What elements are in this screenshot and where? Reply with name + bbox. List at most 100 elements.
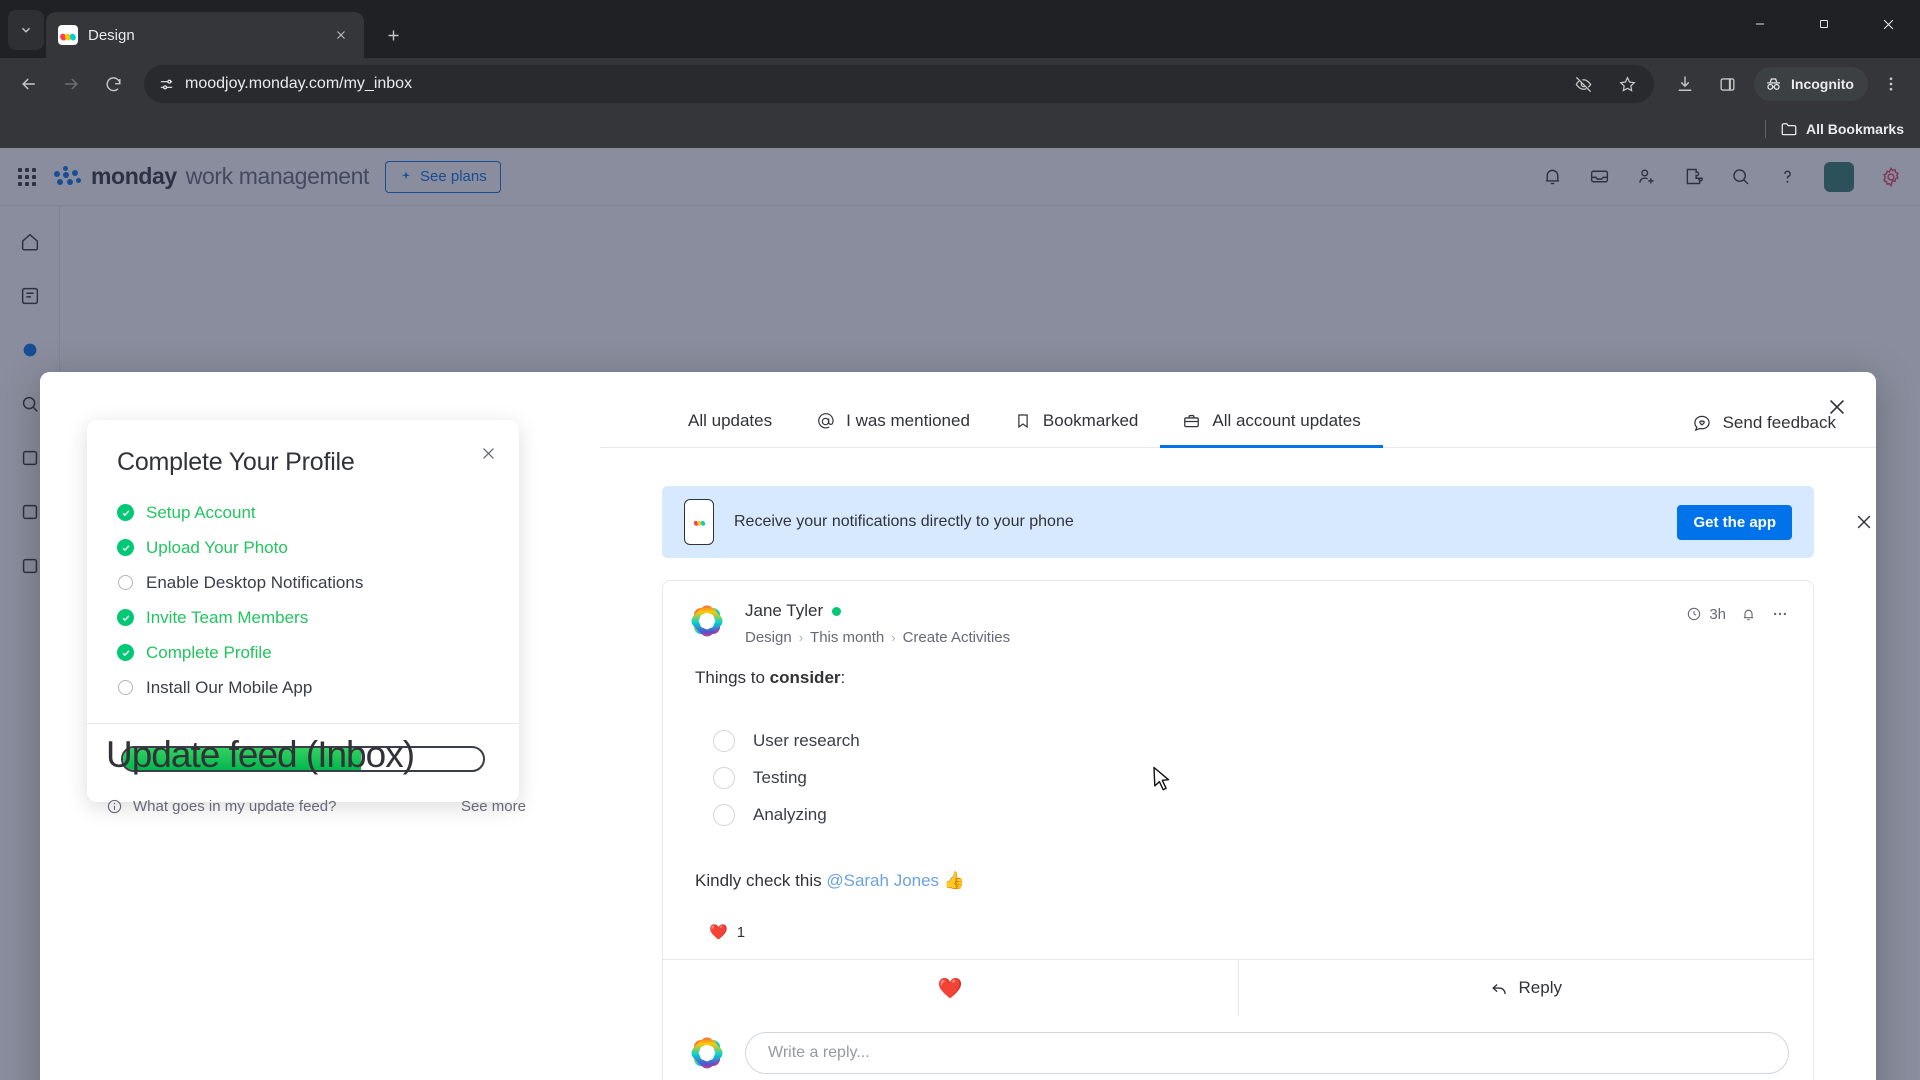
mobile-phone-icon [684, 499, 714, 545]
tab-i-was-mentioned[interactable]: I was mentioned [794, 411, 992, 448]
reply-input[interactable]: Write a reply... [745, 1032, 1789, 1074]
promo-banner-text: Receive your notifications directly to y… [734, 513, 1074, 530]
profile-step-complete-profile[interactable]: Complete Profile [117, 635, 489, 670]
feed-tabs: All updates I was mentioned Bookmarked A… [600, 372, 1876, 448]
reply-button[interactable]: Reply [1237, 960, 1814, 1016]
reply-composer: Write a reply... [663, 1016, 1813, 1080]
post-time-label: 3h [1709, 605, 1726, 623]
post-header: Jane Tyler Design › This month › Create … [663, 581, 1813, 646]
post-meta: 3h [1686, 601, 1789, 623]
reload-icon[interactable] [94, 65, 132, 103]
tab-close-icon[interactable] [330, 24, 352, 46]
empty-circle-icon[interactable] [713, 766, 735, 789]
checklist-item-user-research[interactable]: User research [713, 722, 1789, 759]
post-intro-suffix: : [840, 668, 846, 687]
profile-step-label: Setup Account [146, 502, 256, 522]
forward-arrow-icon[interactable] [52, 65, 90, 103]
breadcrumb: Design › This month › Create Activities [745, 629, 1010, 646]
reply-arrow-icon [1490, 979, 1509, 998]
checklist-item-analyzing[interactable]: Analyzing [713, 796, 1789, 833]
post-more-icon[interactable] [1771, 605, 1789, 623]
breadcrumb-separator: › [891, 630, 896, 645]
feed-subheader: What goes in my update feed? See more [106, 798, 526, 815]
send-feedback-label: Send feedback [1722, 413, 1836, 432]
send-feedback-button[interactable]: Send feedback [1692, 413, 1836, 447]
incognito-indicator[interactable]: Incognito [1754, 67, 1868, 101]
monday-app: monday work management See plans [0, 148, 1920, 1080]
all-bookmarks-button[interactable]: All Bookmarks [1780, 120, 1904, 138]
three-dot-menu-icon[interactable] [1872, 65, 1910, 103]
tab-all-updates[interactable]: All updates [666, 411, 794, 448]
tab-all-account-updates[interactable]: All account updates [1160, 411, 1383, 448]
modal-right-panel: All updates I was mentioned Bookmarked A… [600, 372, 1876, 1080]
star-icon[interactable] [1608, 65, 1646, 103]
breadcrumb-item-item[interactable]: Create Activities [903, 629, 1011, 646]
side-panel-icon[interactable] [1708, 65, 1746, 103]
empty-circle-icon [118, 680, 133, 695]
post-checklist: User research Testing Analyzing [713, 722, 1789, 833]
empty-circle-icon[interactable] [713, 803, 735, 826]
reaction-count: 1 [736, 923, 746, 941]
post-action-bar: ❤️ Reply [663, 959, 1813, 1016]
site-settings-icon[interactable] [158, 76, 175, 93]
profile-step-label: Invite Team Members [146, 607, 309, 627]
check-circle-icon [117, 504, 134, 521]
profile-step-enable-notifications[interactable]: Enable Desktop Notifications [117, 565, 489, 600]
mention-link[interactable]: @Sarah Jones [826, 871, 939, 890]
modal-close-icon[interactable] [1826, 396, 1848, 423]
back-arrow-icon[interactable] [10, 65, 48, 103]
profile-step-setup-account[interactable]: Setup Account [117, 495, 489, 530]
download-icon[interactable] [1666, 65, 1704, 103]
post-intro-prefix: Things to [695, 668, 770, 687]
get-app-banner: Receive your notifications directly to y… [662, 486, 1871, 558]
browser-toolbar: moodjoy.monday.com/my_inbox Incognito [0, 58, 1920, 110]
close-icon[interactable] [480, 445, 497, 467]
see-more-link[interactable]: See more [461, 798, 526, 815]
heart-emoji: ❤️ [709, 924, 728, 941]
mention-prefix: Kindly check this [695, 871, 827, 890]
window-controls [1728, 0, 1920, 48]
breadcrumb-separator: › [798, 630, 804, 645]
get-the-app-button[interactable]: Get the app [1677, 504, 1792, 540]
post-notify-icon[interactable] [1740, 606, 1757, 623]
breadcrumb-item-board[interactable]: Design [745, 629, 792, 646]
profile-step-label: Upload Your Photo [146, 537, 288, 557]
promo-close-icon[interactable] [1844, 512, 1876, 532]
checklist-item-testing[interactable]: Testing [713, 759, 1789, 796]
post-header-text: Jane Tyler Design › This month › Create … [745, 601, 1010, 646]
post-intro-line: Things to consider: [695, 668, 1789, 688]
tab-search-button[interactable] [8, 10, 44, 50]
update-feed-modal: Complete Your Profile Setup Account Uplo… [40, 372, 1876, 1080]
info-circle-icon [106, 798, 123, 815]
empty-circle-icon[interactable] [713, 729, 735, 752]
current-user-avatar[interactable] [687, 1033, 727, 1073]
like-button[interactable]: ❤️ [663, 960, 1238, 1016]
new-tab-button[interactable] [376, 18, 410, 52]
check-circle-icon [117, 644, 134, 661]
post-author: Jane Tyler [745, 601, 1010, 621]
thumbs-up-emoji: 👍 [943, 871, 965, 890]
checklist-item-label: Analyzing [753, 804, 827, 824]
post-intro-bold: consider [769, 668, 841, 687]
eye-slash-icon[interactable] [1564, 65, 1602, 103]
profile-step-label: Complete Profile [146, 642, 272, 662]
tab-label: I was mentioned [846, 411, 970, 430]
window-minimize-button[interactable] [1728, 0, 1792, 48]
post-reaction-chip[interactable]: ❤️ 1 [709, 923, 1789, 942]
window-close-button[interactable] [1856, 0, 1920, 48]
window-maximize-button[interactable] [1792, 0, 1856, 48]
briefcase-icon [1182, 412, 1201, 431]
post-body: Things to consider: User research Testin… [663, 646, 1813, 941]
profile-step-install-app[interactable]: Install Our Mobile App [117, 670, 489, 705]
tab-label: All updates [688, 411, 773, 430]
post-mention-line: Kindly check this @Sarah Jones 👍 [695, 871, 1789, 891]
address-bar[interactable]: moodjoy.monday.com/my_inbox [144, 65, 1654, 103]
user-avatar-star[interactable] [687, 601, 727, 641]
breadcrumb-item-group[interactable]: This month [810, 629, 884, 646]
reply-button-label: Reply [1518, 978, 1562, 997]
profile-step-upload-photo[interactable]: Upload Your Photo [117, 530, 489, 565]
tab-bookmarked[interactable]: Bookmarked [992, 411, 1160, 448]
profile-step-invite-team[interactable]: Invite Team Members [117, 600, 489, 635]
profile-step-label: Install Our Mobile App [146, 677, 313, 697]
browser-tab[interactable]: Design [46, 12, 364, 58]
